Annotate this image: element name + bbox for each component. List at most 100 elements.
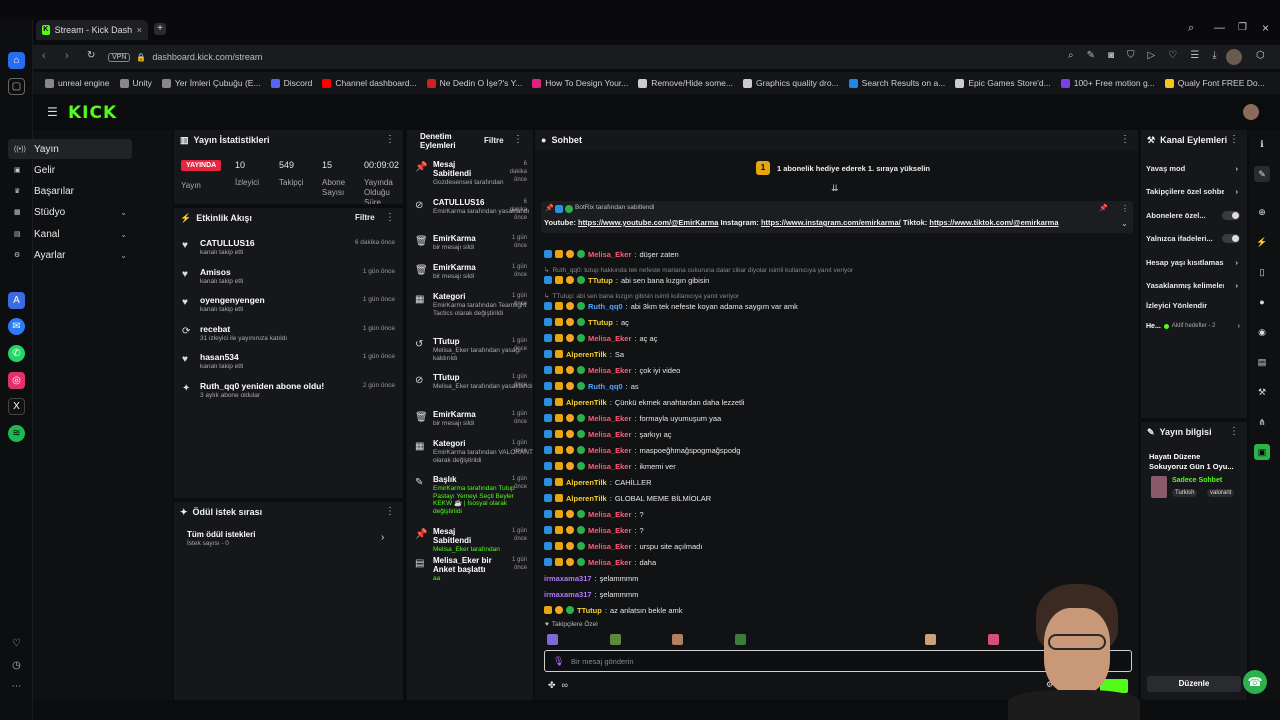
- goals-row[interactable]: He... Aktif hedefler - 2 ›: [1146, 319, 1240, 333]
- chat-message[interactable]: Ruth_qq0: abi 3km tek nefeste koyan adama…: [544, 299, 798, 313]
- emote-icon[interactable]: [672, 634, 683, 645]
- edit-icon[interactable]: ✎: [1087, 50, 1095, 61]
- chat-username[interactable]: Melisa_Eker: [588, 334, 631, 343]
- chat-username[interactable]: Melisa_Eker: [588, 510, 631, 519]
- chat-username[interactable]: irmaxama317: [544, 574, 592, 583]
- pencil-tool-icon[interactable]: ✎: [1254, 166, 1270, 182]
- gift-banner-text[interactable]: 1 abonelik hediye ederek 1. sıraya yükse…: [777, 164, 930, 173]
- close-window-icon[interactable]: ×: [1262, 21, 1269, 35]
- chat-message[interactable]: AlperenTilk: Çünkü ekmek anahtardan daha …: [544, 395, 744, 409]
- reload-icon[interactable]: ↻: [87, 50, 95, 61]
- chat-username[interactable]: Ruth_qq0: [588, 302, 623, 311]
- emote-icon[interactable]: [735, 634, 746, 645]
- spotify-icon[interactable]: ≋: [8, 425, 25, 442]
- chat-username[interactable]: AlperenTilk: [566, 478, 607, 487]
- aria-icon[interactable]: A: [8, 292, 25, 309]
- green-tool-icon[interactable]: ▣: [1254, 444, 1270, 460]
- chat-message[interactable]: Melisa_Eker: ikmemi ver: [544, 459, 676, 473]
- chat-message[interactable]: Melisa_Eker: aç aç: [544, 331, 657, 345]
- reward-menu-icon[interactable]: ⋮: [385, 506, 395, 517]
- chat-message[interactable]: AlperenTilk: GLOBAL MEME BİLMİOLAR: [544, 491, 711, 505]
- vpn-badge[interactable]: VPN: [108, 52, 131, 62]
- menu-icon[interactable]: ☰: [1190, 50, 1199, 61]
- bookmark-item[interactable]: 100+ Free motion g...: [1060, 78, 1155, 88]
- edit-button[interactable]: Düzenle: [1147, 676, 1241, 692]
- channel-action-item[interactable]: Takipçilere özel sohbet ›: [1146, 184, 1238, 198]
- stats-menu-icon[interactable]: ⋮: [385, 134, 395, 145]
- gift-tool-icon[interactable]: ✤: [548, 680, 556, 691]
- chat-message[interactable]: TTutup: aç: [544, 315, 629, 329]
- chat-username[interactable]: AlperenTilk: [566, 398, 607, 407]
- stream-info-menu-icon[interactable]: ⋮: [1229, 426, 1239, 437]
- search-icon[interactable]: ⌕: [1068, 50, 1074, 61]
- youtube-link[interactable]: https://www.youtube.com/@EmirKarma: [578, 218, 718, 227]
- target-icon[interactable]: ⊕: [1254, 204, 1270, 220]
- emote-icon[interactable]: [610, 634, 621, 645]
- nav-item-5[interactable]: ⚙ Ayarlar ⌄: [8, 245, 132, 265]
- chat-username[interactable]: TTutup: [577, 606, 602, 615]
- heart-sidebar-icon[interactable]: ♡: [8, 635, 25, 652]
- hammer-tool-icon[interactable]: ⚒: [1254, 384, 1270, 400]
- chat-username[interactable]: Ruth_qq0: [588, 382, 623, 391]
- channel-action-item[interactable]: Yavaş mod ›: [1146, 161, 1238, 175]
- chat-username[interactable]: TTutup: [588, 318, 613, 327]
- heart-icon[interactable]: ♡: [1168, 50, 1177, 61]
- download-icon[interactable]: ⤓: [1212, 50, 1216, 61]
- minimize-icon[interactable]: —: [1214, 22, 1225, 34]
- nav-item-3[interactable]: ▦ Stüdyo ⌄: [8, 202, 132, 222]
- emote-icon[interactable]: [547, 634, 558, 645]
- new-tab-button[interactable]: +: [154, 23, 166, 35]
- chat-message[interactable]: Melisa_Eker: maspoeğhmağspogmağspodg: [544, 443, 740, 457]
- maximize-icon[interactable]: ❐: [1238, 22, 1247, 33]
- bookmark-item[interactable]: Graphics quality dro...: [742, 78, 839, 88]
- chat-message[interactable]: Melisa_Eker: çok iyi video: [544, 363, 680, 377]
- channel-action-item[interactable]: Hesap yaşı kısıtlaması ›: [1146, 255, 1238, 269]
- mod-menu-icon[interactable]: ⋮: [513, 134, 523, 145]
- bookmark-item[interactable]: Unity: [119, 78, 152, 88]
- tag-turkish[interactable]: Turkish: [1172, 489, 1198, 497]
- shield-icon[interactable]: ⛉: [1127, 50, 1135, 61]
- kick-logo[interactable]: KICK: [68, 103, 117, 123]
- activity-filter-button[interactable]: Filtre: [355, 213, 375, 222]
- chat-message[interactable]: Melisa_Eker:?: [544, 523, 644, 537]
- bookmark-item[interactable]: Yer İmleri Çubuğu (E...: [161, 78, 261, 88]
- broadcast-tool-icon[interactable]: ◉: [1254, 324, 1270, 340]
- profile-avatar[interactable]: [1226, 49, 1242, 65]
- bookmark-item[interactable]: Search Results on a...: [848, 78, 945, 88]
- phone-icon[interactable]: ▯: [1254, 264, 1270, 280]
- chat-message[interactable]: Melisa_Eker: urspu site açılmadı: [544, 539, 702, 553]
- chat-message[interactable]: TTutup: az anlatsın bekle amk: [544, 603, 683, 617]
- bookmark-item[interactable]: unreal engine: [45, 78, 110, 88]
- network-tool-icon[interactable]: ⋔: [1254, 414, 1270, 430]
- user-avatar[interactable]: [1243, 104, 1259, 120]
- nav-item-2[interactable]: ♛ Başarılar: [8, 181, 132, 201]
- chat-message[interactable]: Melisa_Eker: şarkıyı aç: [544, 427, 672, 441]
- nav-item-1[interactable]: ▣ Gelir: [8, 160, 132, 180]
- pinned-expand-icon[interactable]: ⌄: [1121, 219, 1128, 228]
- channel-actions-menu-icon[interactable]: ⋮: [1229, 134, 1239, 145]
- activity-item[interactable]: ✦ Ruth_qq0 yeniden abone oldu! 3 aylık abo…: [174, 381, 403, 409]
- emote-icon[interactable]: [988, 634, 999, 645]
- bookmark-item[interactable]: Channel dashboard...: [322, 78, 417, 88]
- nav-item-4[interactable]: ▤ Kanal ⌄: [8, 224, 132, 244]
- play-icon[interactable]: ▷: [1148, 50, 1156, 61]
- x-icon[interactable]: X: [8, 398, 25, 415]
- chat-message[interactable]: irmaxama317: şelammmm: [544, 587, 638, 601]
- chat-username[interactable]: irmaxama317: [544, 590, 592, 599]
- chat-username[interactable]: Melisa_Eker: [588, 558, 631, 567]
- chat-message[interactable]: Melisa_Eker: daha: [544, 555, 656, 569]
- chat-message[interactable]: Melisa_Eker:?: [544, 507, 644, 521]
- chat-username[interactable]: AlperenTilk: [566, 494, 607, 503]
- home-icon[interactable]: ⌂: [8, 52, 25, 69]
- chat-username[interactable]: Melisa_Eker: [588, 526, 631, 535]
- back-icon[interactable]: ‹: [42, 50, 46, 62]
- channel-action-item[interactable]: Abonelere özel...: [1146, 208, 1240, 222]
- tabs-icon[interactable]: ▢: [8, 78, 25, 95]
- url-field[interactable]: VPN 🔒 dashboard.kick.com/stream: [108, 49, 648, 65]
- messenger-icon[interactable]: ✉: [8, 318, 25, 335]
- chat-username[interactable]: Melisa_Eker: [588, 414, 631, 423]
- tab-close-icon[interactable]: ×: [137, 25, 142, 35]
- list-tool-icon[interactable]: ▤: [1254, 354, 1270, 370]
- chat-message[interactable]: AlperenTilk: Sa: [544, 347, 624, 361]
- scroll-down-icon[interactable]: ⇊: [831, 183, 839, 194]
